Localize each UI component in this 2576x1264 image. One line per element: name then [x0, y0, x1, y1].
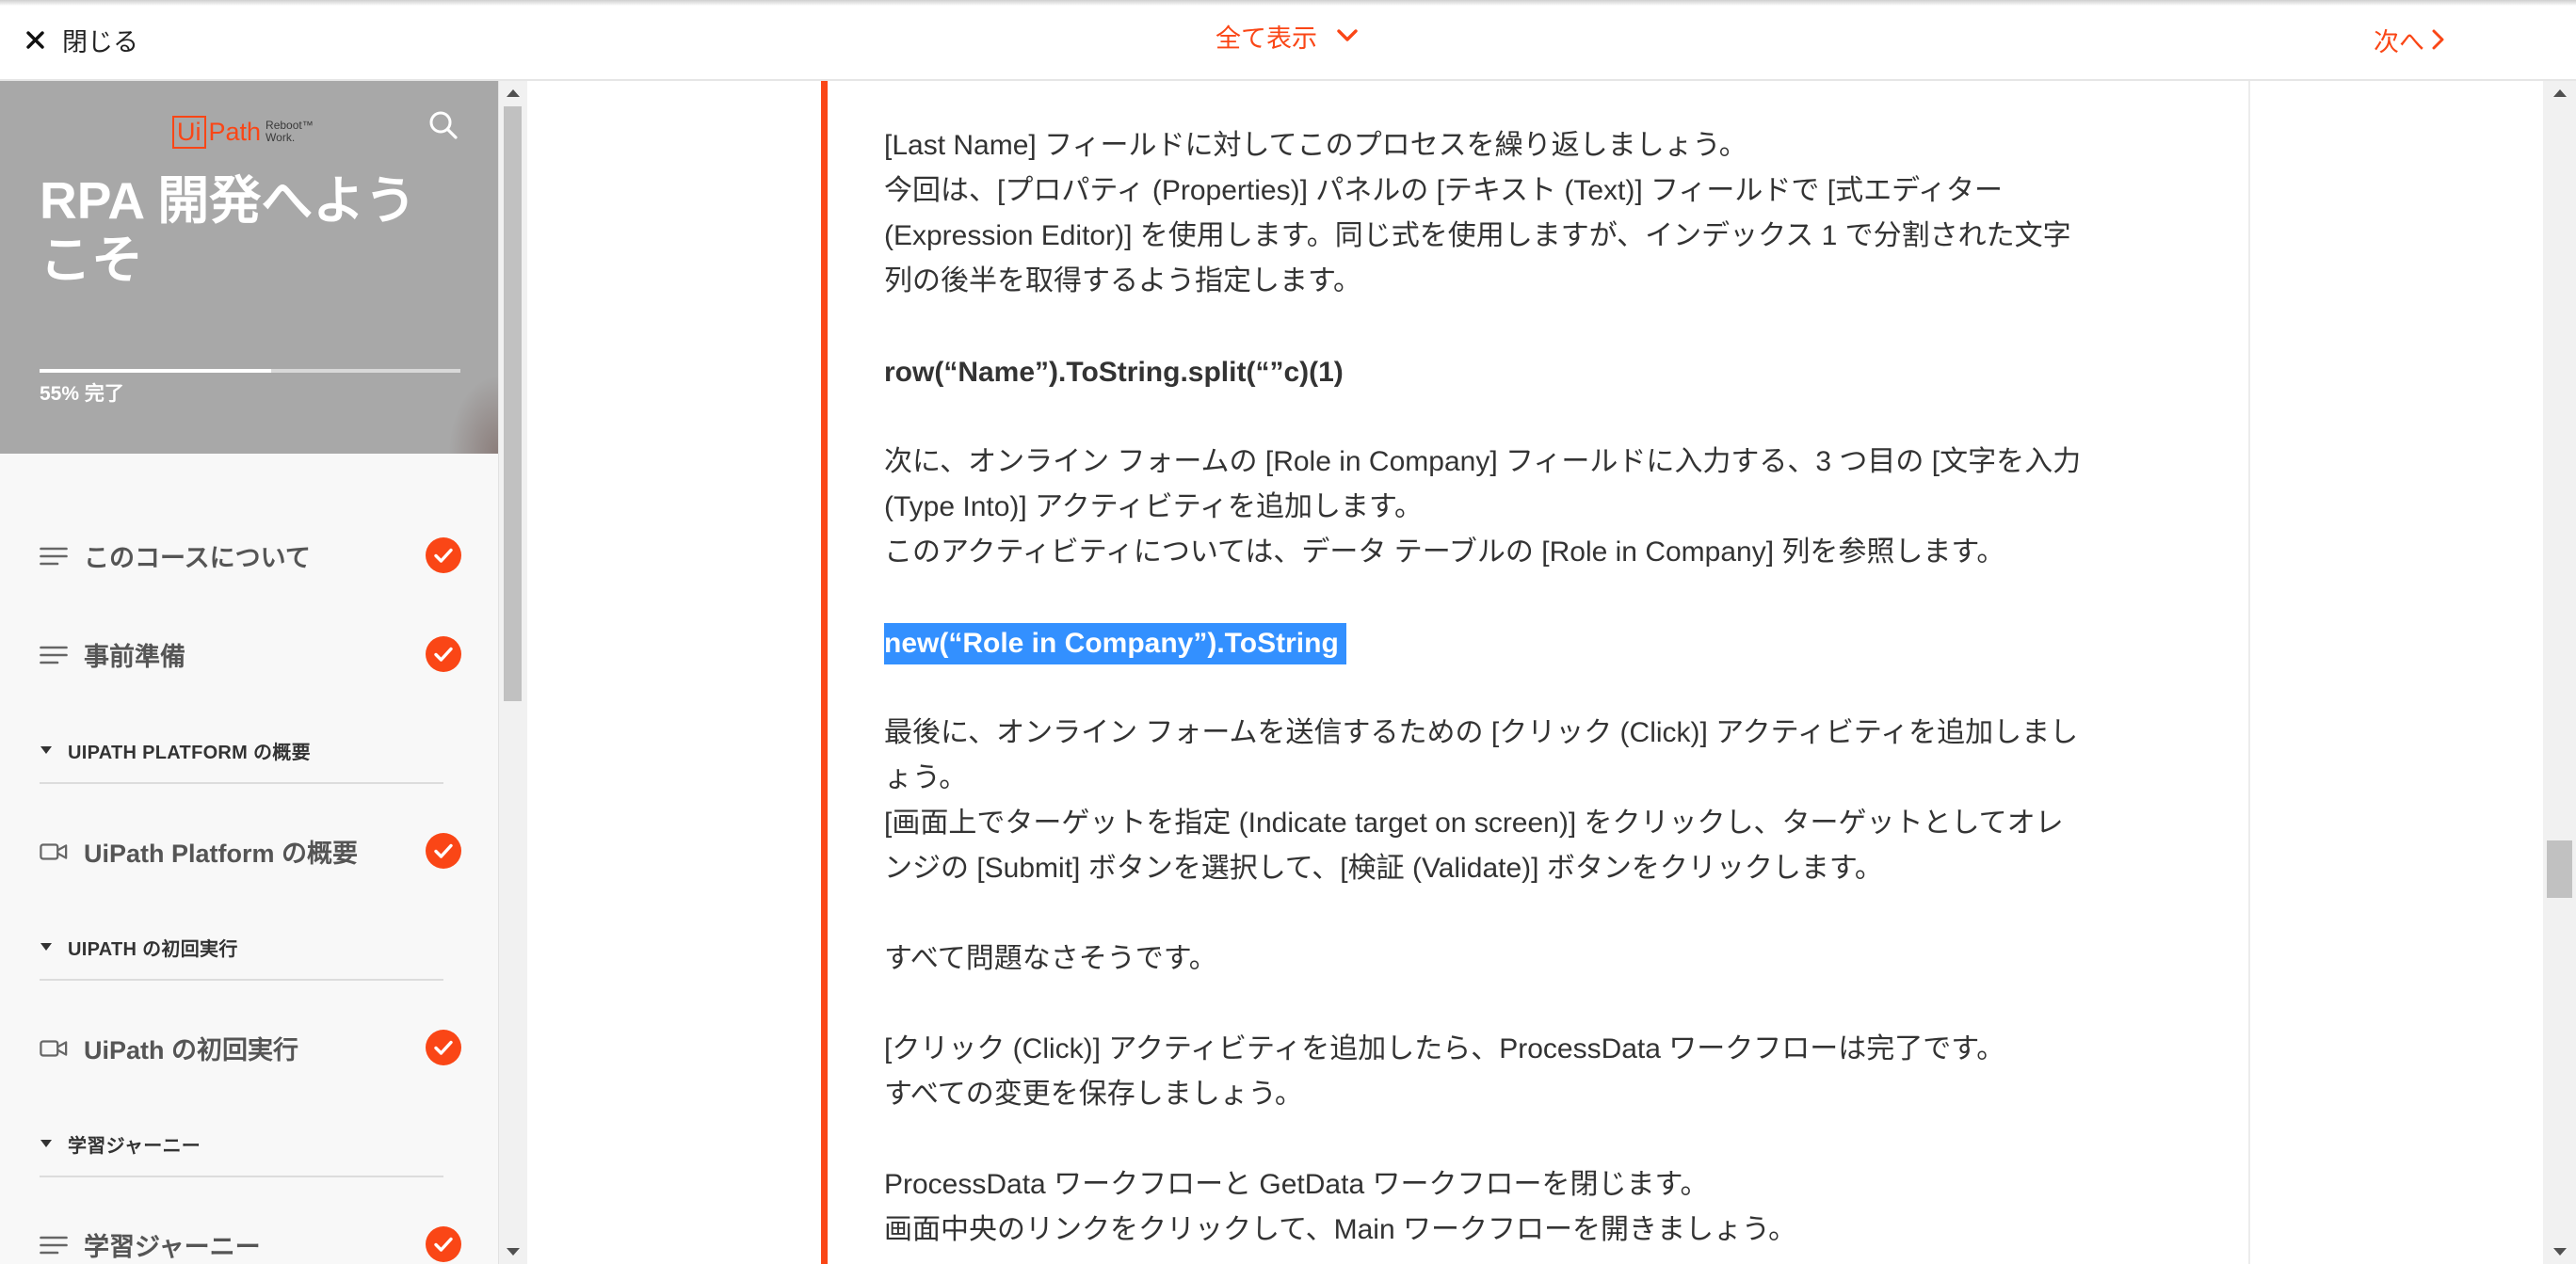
video-icon: [40, 1038, 68, 1059]
scrollbar-thumb[interactable]: [504, 106, 522, 701]
paragraph: ProcessData ワークフローと GetData ワークフローを閉じます。…: [884, 1162, 2211, 1253]
top-bar: 閉じる 全て表示 次へ: [0, 0, 2576, 81]
section-label: 学習ジャーニー: [68, 1135, 201, 1157]
progress-bar: [40, 369, 460, 373]
list-lines-icon: [40, 645, 68, 665]
chevron-right-icon: [2432, 29, 2444, 50]
search-icon: [429, 111, 458, 139]
lesson-label: 学習ジャーニー: [84, 1233, 261, 1261]
course-title: RPA 開発へようこそ: [40, 171, 417, 289]
code-expression: row(“Name”).ToString.split(“”c)(1): [884, 349, 2211, 394]
caret-down-icon: [40, 943, 52, 951]
divider: [40, 1176, 443, 1177]
section-header-uipath-platform-overview[interactable]: UIPATH PLATFORM の概要: [0, 704, 498, 802]
lesson-item-first-run[interactable]: UiPath の初回実行: [0, 999, 498, 1097]
section-toggle[interactable]: 学習ジャーニー: [40, 1131, 201, 1157]
lesson-item-prerequisites[interactable]: 事前準備: [0, 605, 498, 704]
close-button[interactable]: 閉じる: [26, 19, 138, 60]
selected-code-text: new(“Role in Company”).ToString: [884, 623, 1346, 665]
content-scrollbar[interactable]: [2543, 81, 2576, 1264]
section-toggle[interactable]: UIPATH PLATFORM の概要: [40, 738, 311, 763]
scroll-up-arrow-icon[interactable]: [2552, 89, 2567, 97]
text-line: ンジの [Submit] ボタンを選択して、[検証 (Validate)] ボタ…: [884, 853, 1883, 884]
list-lines-icon: [40, 546, 68, 567]
completed-check-icon: [426, 636, 461, 672]
section-header-first-run[interactable]: UIPATH の初回実行: [0, 901, 498, 999]
logo-mark-ui: Ui: [172, 115, 206, 149]
paragraph: [Last Name] フィールドに対してこのプロセスを繰り返しましょう。 今回…: [884, 123, 2211, 304]
paragraph: すべて問題なさそうです。: [884, 936, 2211, 982]
close-label: 閉じる: [62, 27, 138, 56]
code-line: row(“Name”).ToString.split(“”c)(1): [884, 349, 2211, 394]
completed-check-icon: [426, 1226, 461, 1262]
divider: [40, 979, 443, 981]
scroll-down-arrow-icon[interactable]: [507, 1248, 520, 1256]
scrollbar-thumb[interactable]: [2547, 840, 2572, 898]
caret-down-icon: [40, 1140, 52, 1147]
progress-label: 55% 完了: [40, 383, 124, 405]
section-label: UIPATH PLATFORM の概要: [68, 742, 311, 763]
lesson-content-area: [Last Name] フィールドに対してこのプロセスを繰り返しましょう。 今回…: [527, 81, 2543, 1264]
text-line: 次に、オンライン フォームの [Role in Company] フィールドに入…: [884, 446, 2082, 477]
text-line: [クリック (Click)] アクティビティを追加したら、ProcessData…: [884, 1033, 2005, 1064]
text-line: 画面中央のリンクをクリックして、Main ワークフローを開きましょう。: [884, 1214, 1797, 1245]
text-line: 列の後半を取得するよう指定します。: [884, 265, 1361, 296]
completed-check-icon: [426, 537, 461, 573]
lesson-item-about-course[interactable]: このコースについて: [0, 506, 498, 605]
show-all-button[interactable]: 全て表示: [1216, 15, 1358, 56]
scroll-down-arrow-icon[interactable]: [2552, 1248, 2567, 1256]
logo-mark-path: Path: [208, 117, 262, 146]
text-line: 最後に、オンライン フォームを送信するための [クリック (Click)] アク…: [884, 717, 2079, 748]
paragraph: 次に、オンライン フォームの [Role in Company] フィールドに入…: [884, 440, 2211, 575]
text-line: すべて問題なさそうです。: [884, 943, 1217, 974]
paragraph: [クリック (Click)] アクティビティを追加したら、ProcessData…: [884, 1027, 2211, 1117]
text-line: すべての変更を保存しましょう。: [884, 1079, 1303, 1110]
lesson-item-learning-journey[interactable]: 学習ジャーニー: [0, 1195, 498, 1264]
close-icon: [26, 30, 44, 49]
top-shadow: [0, 0, 2576, 6]
logo-tagline-bottom: Work.: [266, 131, 296, 144]
sidebar-scrollbar[interactable]: [498, 81, 527, 1264]
show-all-label: 全て表示: [1216, 24, 1317, 53]
divider: [40, 782, 443, 784]
code-expression: new(“Role in Company”).ToString: [884, 620, 2211, 665]
completed-check-icon: [426, 833, 461, 869]
search-button[interactable]: [428, 110, 459, 140]
paragraph: 最後に、オンライン フォームを送信するための [クリック (Click)] アク…: [884, 711, 2211, 891]
logo-tagline: Reboot™ Work.: [266, 120, 314, 144]
code-text: row(“Name”).ToString.split(“”c)(1): [884, 357, 1344, 389]
section-label: UIPATH の初回実行: [68, 938, 238, 960]
completed-check-icon: [426, 1030, 461, 1065]
text-line: ProcessData ワークフローと GetData ワークフローを閉じます。: [884, 1169, 1709, 1200]
lesson-text: [Last Name] フィールドに対してこのプロセスを繰り返しましょう。 今回…: [821, 81, 2250, 1264]
list-lines-icon: [40, 1235, 68, 1256]
chevron-down-icon: [1337, 29, 1358, 42]
caret-down-icon: [40, 746, 52, 754]
video-icon: [40, 841, 68, 862]
lesson-item-uipath-platform-overview[interactable]: UiPath Platform の概要: [0, 802, 498, 901]
lesson-label: UiPath Platform の概要: [84, 840, 359, 868]
scroll-up-arrow-icon[interactable]: [507, 89, 520, 97]
lesson-label: このコースについて: [84, 544, 311, 572]
course-sidebar: Ui Path Reboot™ Work. RPA 開発へようこそ 55% 完了…: [0, 81, 498, 1264]
text-line: (Type Into)] アクティビティを追加します。: [884, 491, 1423, 522]
progress-fill: [40, 369, 271, 373]
next-button[interactable]: 次へ: [2374, 19, 2444, 60]
text-line: [Last Name] フィールドに対してこのプロセスを繰り返しましょう。: [884, 130, 1747, 161]
text-line: [画面上でターゲットを指定 (Indicate target on screen…: [884, 808, 2064, 839]
next-label: 次へ: [2374, 27, 2424, 56]
lesson-label: UiPath の初回実行: [84, 1036, 299, 1064]
text-line: このアクティビティについては、データ テーブルの [Role in Compan…: [884, 536, 2005, 568]
section-header-learning-journey[interactable]: 学習ジャーニー: [0, 1097, 498, 1195]
text-line: ょう。: [884, 762, 968, 793]
course-header: Ui Path Reboot™ Work. RPA 開発へようこそ 55% 完了: [0, 81, 498, 454]
text-line: 今回は、[プロパティ (Properties)] パネルの [テキスト (Tex…: [884, 175, 2003, 206]
lesson-label: 事前準備: [84, 643, 185, 671]
lesson-list: このコースについて 事前準備 UIPATH PLATFORM の概要 UiPat…: [0, 454, 498, 1264]
code-line: new(“Role in Company”).ToString: [884, 620, 2211, 665]
section-toggle[interactable]: UIPATH の初回実行: [40, 935, 238, 960]
text-line: (Expression Editor)] を使用します。同じ式を使用しますが、イ…: [884, 220, 2071, 251]
uipath-logo: Ui Path Reboot™ Work.: [172, 114, 314, 150]
